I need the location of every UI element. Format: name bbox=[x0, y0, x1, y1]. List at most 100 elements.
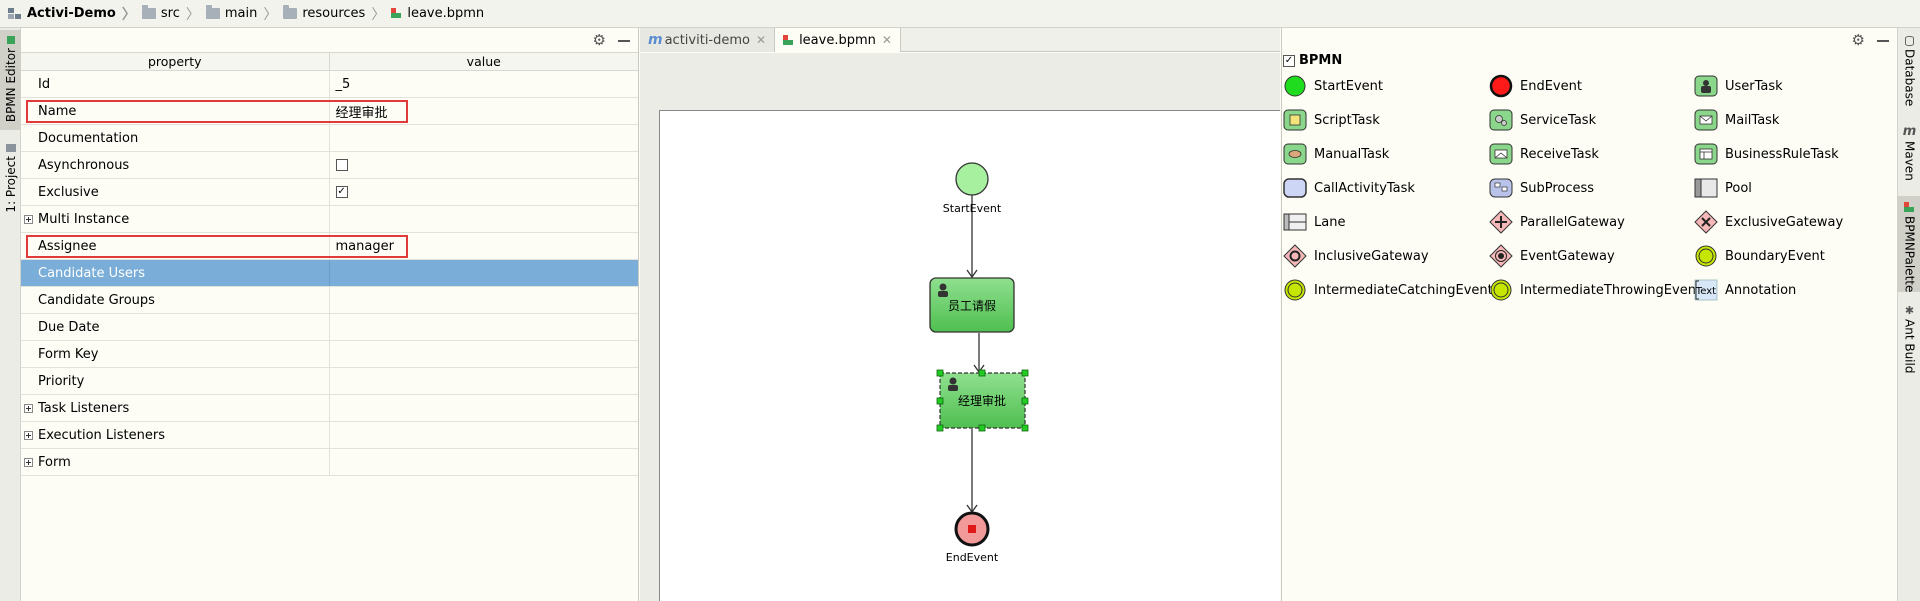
property-value[interactable] bbox=[330, 422, 639, 448]
minimize-icon[interactable] bbox=[1877, 39, 1889, 42]
tab-leave-bpmn[interactable]: leave.bpmn ✕ bbox=[775, 28, 901, 52]
property-row-candidate-users[interactable]: Candidate Users bbox=[21, 260, 638, 287]
breadcrumb-main[interactable]: main 〉 bbox=[205, 4, 283, 24]
palette-item-receive-task[interactable]: ReceiveTask bbox=[1489, 142, 1599, 166]
properties-panel: ⚙ property value Id _5 Name 经理审批 Documen… bbox=[21, 28, 639, 601]
property-row-form-key[interactable]: Form Key bbox=[21, 341, 638, 368]
property-row-form[interactable]: Form bbox=[21, 449, 638, 476]
property-value[interactable] bbox=[330, 341, 638, 367]
property-value[interactable]: _5 bbox=[330, 71, 638, 97]
tab-project[interactable]: 1: Project bbox=[0, 138, 21, 238]
palette-item-intermediate-throwing-event[interactable]: IntermediateThrowingEvent bbox=[1489, 278, 1701, 302]
property-label: Execution Listeners bbox=[38, 427, 166, 443]
palette-item-call-activity-task[interactable]: CallActivityTask bbox=[1283, 176, 1415, 200]
property-value[interactable] bbox=[330, 395, 639, 421]
intermediate-throwing-event-icon bbox=[1490, 279, 1512, 301]
palette-item-inclusive-gateway[interactable]: InclusiveGateway bbox=[1283, 244, 1429, 268]
expand-icon[interactable] bbox=[24, 214, 33, 224]
event-gateway-icon bbox=[1489, 244, 1513, 268]
tab-maven[interactable]: m Maven bbox=[1898, 120, 1920, 190]
property-row-assignee[interactable]: Assignee manager bbox=[21, 233, 638, 260]
property-row-id[interactable]: Id _5 bbox=[21, 71, 638, 98]
properties-table: Id _5 Name 经理审批 Documentation Asynchrono… bbox=[21, 71, 638, 476]
tab-bpmn-palette[interactable]: BPMNPalette bbox=[1898, 196, 1920, 292]
palette-group-header[interactable]: ✓ BPMN bbox=[1283, 53, 1342, 68]
palette-item-label: MailTask bbox=[1725, 112, 1780, 128]
property-row-candidate-groups[interactable]: Candidate Groups bbox=[21, 287, 638, 314]
property-row-multi-instance[interactable]: Multi Instance bbox=[21, 206, 638, 233]
property-value[interactable] bbox=[330, 314, 638, 340]
tab-bpmn-editor[interactable]: BPMN Editor bbox=[0, 30, 21, 130]
palette-item-label: EventGateway bbox=[1520, 248, 1615, 264]
property-value[interactable]: 经理审批 bbox=[330, 98, 638, 124]
property-row-execution-listeners[interactable]: Execution Listeners bbox=[21, 422, 638, 449]
palette-item-business-rule-task[interactable]: BusinessRuleTask bbox=[1694, 142, 1839, 166]
palette-item-event-gateway[interactable]: EventGateway bbox=[1489, 244, 1615, 268]
folder-icon bbox=[205, 5, 220, 19]
exclusive-checkbox[interactable]: ✓ bbox=[335, 186, 348, 198]
palette-item-annotation[interactable]: Text Annotation bbox=[1694, 278, 1796, 302]
diagram-viewport: StartEvent 员工请假 经理审批 EndEvent bbox=[640, 53, 1280, 601]
palette-item-sub-process[interactable]: SubProcess bbox=[1489, 176, 1594, 200]
breadcrumb-src[interactable]: src 〉 bbox=[141, 4, 206, 24]
palette-item-start-event[interactable]: StartEvent bbox=[1283, 74, 1383, 98]
expand-icon[interactable] bbox=[24, 457, 33, 467]
expand-icon[interactable] bbox=[24, 403, 33, 413]
bpmn-palette-icon bbox=[1904, 202, 1915, 213]
palette-item-lane[interactable]: Lane bbox=[1283, 210, 1345, 234]
property-value[interactable]: manager bbox=[330, 233, 638, 259]
gear-icon[interactable]: ⚙ bbox=[593, 32, 606, 48]
palette-item-mail-task[interactable]: MailTask bbox=[1694, 108, 1779, 132]
palette-item-manual-task[interactable]: ManualTask bbox=[1283, 142, 1389, 166]
palette-group-checkbox[interactable]: ✓ bbox=[1283, 54, 1295, 67]
gear-icon[interactable]: ⚙ bbox=[1852, 32, 1865, 48]
property-value[interactable] bbox=[330, 368, 638, 394]
start-event-node[interactable] bbox=[955, 162, 989, 196]
property-row-asynchronous[interactable]: Asynchronous bbox=[21, 152, 638, 179]
property-label-cell: Execution Listeners bbox=[21, 422, 330, 448]
column-header-property[interactable]: property bbox=[21, 53, 330, 70]
tab-activiti-demo[interactable]: m activiti-demo ✕ bbox=[640, 28, 776, 52]
property-row-documentation[interactable]: Documentation bbox=[21, 125, 638, 152]
breadcrumb-file[interactable]: leave.bpmn bbox=[391, 6, 484, 21]
breadcrumb-resources[interactable]: resources 〉 bbox=[283, 4, 391, 24]
palette-item-service-task[interactable]: ServiceTask bbox=[1489, 108, 1596, 132]
close-icon[interactable]: ✕ bbox=[882, 33, 892, 47]
editor-tabs: m activiti-demo ✕ leave.bpmn ✕ bbox=[640, 28, 1280, 52]
property-value[interactable] bbox=[330, 260, 638, 286]
asynchronous-checkbox[interactable] bbox=[335, 159, 348, 171]
close-icon[interactable]: ✕ bbox=[756, 33, 766, 47]
annotation-icon: Text bbox=[1694, 279, 1718, 301]
folder-icon bbox=[141, 5, 156, 19]
user-task-icon bbox=[1694, 75, 1718, 97]
palette-item-user-task[interactable]: UserTask bbox=[1694, 74, 1783, 98]
property-row-task-listeners[interactable]: Task Listeners bbox=[21, 395, 638, 422]
property-value[interactable] bbox=[330, 206, 639, 232]
property-row-priority[interactable]: Priority bbox=[21, 368, 638, 395]
palette-item-intermediate-catching-event[interactable]: IntermediateCatchingEvent bbox=[1283, 278, 1493, 302]
breadcrumb-project[interactable]: Activi-Demo 〉 bbox=[8, 4, 142, 24]
property-row-name[interactable]: Name 经理审批 bbox=[21, 98, 638, 125]
palette-item-boundary-event[interactable]: BoundaryEvent bbox=[1694, 244, 1825, 268]
property-value[interactable] bbox=[330, 287, 638, 313]
palette-item-exclusive-gateway[interactable]: ExclusiveGateway bbox=[1694, 210, 1843, 234]
property-row-due-date[interactable]: Due Date bbox=[21, 314, 638, 341]
tab-ant-build[interactable]: ✱ Ant Build bbox=[1898, 300, 1920, 390]
tab-database-label: Database bbox=[1902, 49, 1917, 107]
property-value[interactable] bbox=[330, 449, 639, 475]
expand-icon[interactable] bbox=[24, 430, 33, 440]
palette-item-pool[interactable]: Pool bbox=[1694, 176, 1752, 200]
diagram-canvas[interactable]: StartEvent 员工请假 经理审批 EndEvent bbox=[659, 110, 1280, 601]
tab-project-label: 1: Project bbox=[3, 156, 18, 213]
palette-item-parallel-gateway[interactable]: ParallelGateway bbox=[1489, 210, 1625, 234]
tab-database[interactable]: Database bbox=[1898, 30, 1920, 110]
palette-item-script-task[interactable]: ScriptTask bbox=[1283, 108, 1380, 132]
bpmn-editor-icon bbox=[6, 36, 15, 44]
property-label: Name bbox=[21, 98, 330, 124]
property-value[interactable] bbox=[330, 125, 638, 151]
palette-item-end-event[interactable]: EndEvent bbox=[1489, 74, 1582, 98]
property-row-exclusive[interactable]: Exclusive ✓ bbox=[21, 179, 638, 206]
column-header-value[interactable]: value bbox=[330, 53, 639, 70]
minimize-icon[interactable] bbox=[618, 39, 630, 42]
left-tool-strip: BPMN Editor 1: Project bbox=[0, 28, 21, 601]
